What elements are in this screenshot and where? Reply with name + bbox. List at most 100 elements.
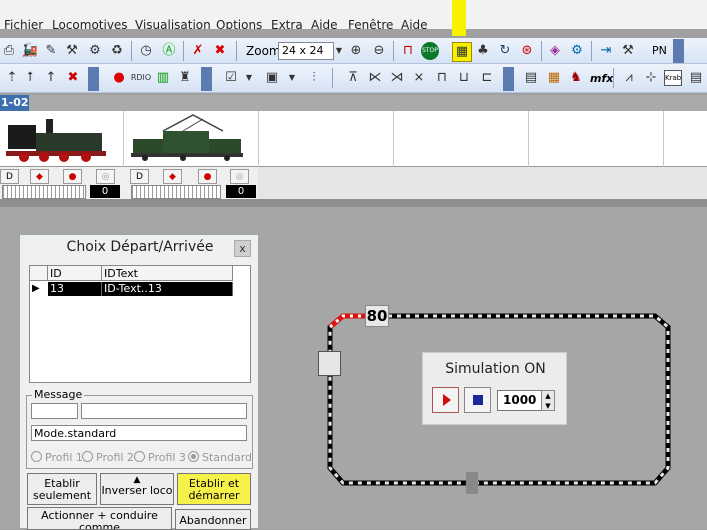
pn-label[interactable]: PN — [652, 44, 667, 57]
mode-field[interactable]: Mode.standard — [31, 425, 247, 441]
crossing-icon[interactable]: ✖ — [211, 42, 229, 60]
stop-button[interactable] — [464, 387, 491, 413]
wheel-icon[interactable]: ⊛ — [518, 42, 536, 60]
battery-icon[interactable]: ▥ — [154, 69, 172, 87]
toolbar-overflow[interactable] — [88, 67, 99, 91]
disconnect-icon[interactable]: ✗ — [189, 42, 207, 60]
column-icon[interactable]: ⫶ — [305, 69, 323, 87]
record-icon[interactable]: ● — [110, 69, 128, 87]
up-icon[interactable]: ↑ — [42, 69, 60, 87]
loco-cell-2[interactable] — [123, 111, 259, 167]
table-icon[interactable]: ▦ — [545, 69, 563, 87]
signal-icon[interactable]: ⊼ — [344, 69, 362, 87]
book-icon[interactable]: ◈ — [546, 42, 564, 60]
krab-button[interactable]: Krab — [664, 70, 682, 86]
menu-window[interactable]: Fenêtre — [348, 18, 393, 29]
speed-slider[interactable] — [2, 185, 86, 199]
toolbar-overflow[interactable] — [201, 67, 212, 91]
locos-icon[interactable]: ♞ — [567, 69, 585, 87]
chevron-down-icon[interactable]: ▼ — [283, 69, 301, 87]
turnout-marker[interactable] — [466, 472, 478, 494]
delete-icon[interactable]: ✖ — [64, 69, 82, 87]
monitor-icon[interactable]: ▤ — [522, 69, 540, 87]
clock-icon[interactable]: ◷ — [137, 42, 155, 60]
signal-block[interactable] — [318, 351, 341, 376]
export-icon[interactable]: ⇥ — [597, 42, 615, 60]
loco-cell-3[interactable] — [258, 111, 394, 167]
sound-icon[interactable]: ◎ — [96, 169, 115, 184]
menu-options[interactable]: Options — [216, 18, 262, 29]
checkbox-icon[interactable]: ☑ — [222, 69, 240, 87]
loco-cell-4[interactable] — [393, 111, 529, 167]
radio-standard[interactable]: Standard — [188, 451, 252, 464]
function-icon[interactable]: ● — [198, 169, 217, 184]
zoom-out-icon[interactable]: ⊖ — [370, 42, 388, 60]
radio-profile-1[interactable]: Profil 1 — [31, 451, 83, 464]
contact-icon[interactable]: ⊏ — [478, 69, 496, 87]
tunnel-icon[interactable]: ⊔ — [455, 69, 473, 87]
chevron-down-icon[interactable]: ▼ — [240, 69, 258, 87]
layout-icon[interactable]: ▦ — [452, 42, 472, 62]
menu-locomotives[interactable]: Locomotives — [52, 18, 128, 29]
speed-slider[interactable] — [131, 185, 221, 199]
bridge-icon[interactable]: ⊓ — [433, 69, 451, 87]
print-icon[interactable]: ⎙ — [0, 42, 18, 60]
column-header-id[interactable]: ID — [48, 266, 102, 281]
loco-cell-5[interactable] — [528, 111, 664, 167]
direction-icon[interactable]: D — [0, 169, 19, 184]
menu-file[interactable]: Fichier — [4, 18, 43, 29]
table-cell-idtext[interactable]: ID-Text..13 — [102, 282, 233, 296]
actuate-drive-button[interactable]: Actionner + conduire comme — [27, 507, 172, 530]
radio-profile-3[interactable]: Profil 3 — [134, 451, 186, 464]
upload-icon[interactable]: ⇡ — [3, 69, 21, 87]
message-field-2[interactable] — [81, 403, 247, 419]
rail-icon[interactable]: ⩘ — [620, 69, 638, 87]
toolbar-overflow[interactable] — [503, 67, 514, 91]
menu-help[interactable]: Aide — [311, 18, 338, 29]
spinner-arrows[interactable]: ▲ ▼ — [541, 390, 555, 411]
train-icon[interactable]: 🚂 — [21, 42, 39, 60]
speed-tag[interactable]: 80 — [365, 305, 389, 327]
chevron-down-icon[interactable]: ▼ — [330, 42, 348, 60]
direction-toggle-icon[interactable]: ◆ — [163, 169, 182, 184]
turnout-icon[interactable]: ⋉ — [366, 69, 384, 87]
loco-cell-6[interactable] — [663, 111, 707, 167]
direction-icon[interactable]: D — [130, 169, 149, 184]
toolbar-overflow[interactable] — [673, 39, 684, 63]
loco-icon[interactable]: ♣ — [474, 42, 492, 60]
establish-only-button[interactable]: Etablir seulement — [27, 473, 97, 505]
stop-icon[interactable]: STOP — [421, 42, 439, 60]
crossing-switch-icon[interactable]: ⨯ — [410, 69, 428, 87]
menu-extra[interactable]: Extra — [271, 18, 303, 29]
direction-toggle-icon[interactable]: ◆ — [30, 169, 49, 184]
switch-icon[interactable]: ⋊ — [388, 69, 406, 87]
turntable-icon[interactable]: ⊹ — [642, 69, 660, 87]
table-cell-id[interactable]: 13 — [48, 282, 102, 296]
edit-icon[interactable]: ✎ — [42, 42, 60, 60]
establish-start-button[interactable]: Etablir et démarrer — [177, 473, 251, 505]
play-button[interactable] — [432, 387, 459, 413]
auto-icon[interactable]: ♻ — [108, 42, 126, 60]
tab-layout[interactable]: 1-02 — [0, 95, 29, 111]
function-icon[interactable]: ● — [63, 169, 82, 184]
mfx-label[interactable]: mfx — [590, 72, 613, 85]
zoom-select[interactable]: 24 x 24 — [278, 42, 334, 60]
decoder-icon[interactable]: ♜ — [176, 69, 194, 87]
settings-icon[interactable]: ⚙ — [568, 42, 586, 60]
message-field-1[interactable] — [31, 403, 78, 419]
auto-a-icon[interactable]: Ⓐ — [160, 42, 178, 60]
track-edit-icon[interactable]: ⚒ — [63, 42, 81, 60]
reverse-loco-button[interactable]: ▲ Inverser loco — [100, 473, 174, 505]
abandon-button[interactable]: Abandonner — [175, 509, 251, 530]
menu-help-2[interactable]: Aide — [401, 18, 428, 29]
track-icon[interactable]: ⚙ — [86, 42, 104, 60]
radio-profile-2[interactable]: Profil 2 — [82, 451, 134, 464]
zoom-in-icon[interactable]: ⊕ — [347, 42, 365, 60]
magnet-icon[interactable]: ⊓ — [399, 42, 417, 60]
frame-icon[interactable]: ▣ — [263, 69, 281, 87]
radio-icon[interactable]: RDIO — [131, 69, 151, 87]
column-header-idtext[interactable]: IDText — [102, 266, 233, 281]
sound-icon[interactable]: ◎ — [230, 169, 249, 184]
menu-view[interactable]: Visualisation — [135, 18, 211, 29]
keyboard-icon[interactable]: ▤ — [687, 69, 705, 87]
